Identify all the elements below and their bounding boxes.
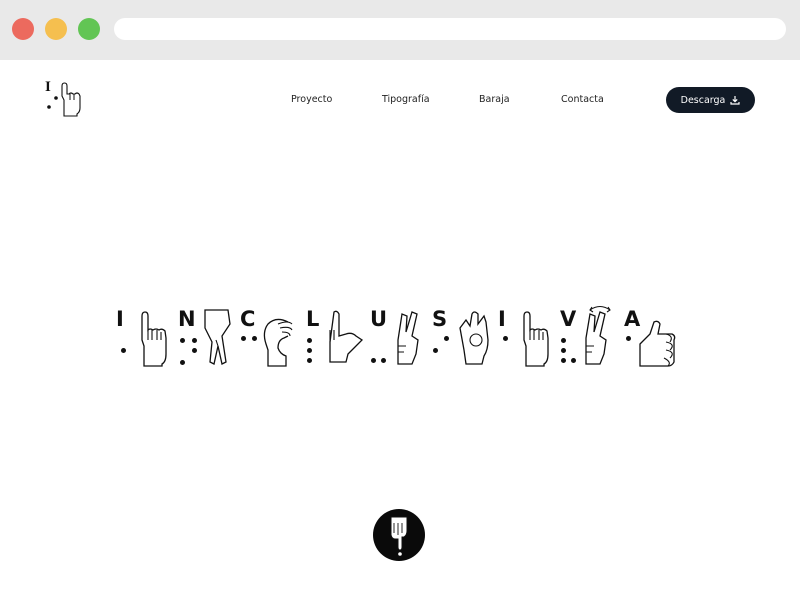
- glyph-letter: L: [306, 307, 320, 331]
- hand-sign-c-icon: [263, 318, 293, 367]
- download-icon: [730, 96, 740, 105]
- hand-sign-a-icon: [639, 320, 676, 367]
- close-window-button[interactable]: [12, 18, 34, 40]
- download-label: Descarga: [680, 94, 726, 106]
- nav-link-baraja[interactable]: Baraja: [479, 94, 510, 105]
- pointing-hand-icon: [47, 82, 81, 117]
- hand-pointing-down-icon: [390, 516, 408, 556]
- site-logo[interactable]: I: [44, 78, 86, 120]
- inclusiva-wordmark: I N C L U S I V A: [110, 300, 690, 380]
- nav-link-tipografia[interactable]: Tipografía: [382, 94, 430, 105]
- glyph-letter: U: [370, 307, 388, 331]
- scroll-down-button[interactable]: [373, 509, 425, 561]
- glyph-letter: I: [498, 307, 506, 331]
- hand-sign-v-icon: [585, 305, 611, 365]
- hand-sign-s-icon: [459, 311, 489, 365]
- glyph-letter: I: [116, 307, 124, 331]
- minimize-window-button[interactable]: [45, 18, 67, 40]
- hand-sign-n-icon: [204, 309, 231, 365]
- download-button[interactable]: Descarga: [666, 87, 755, 113]
- glyph-letter: C: [240, 307, 256, 331]
- hand-sign-l-icon: [329, 310, 364, 363]
- hand-sign-i-icon: [141, 311, 167, 367]
- browser-chrome: [0, 0, 800, 60]
- address-bar[interactable]: [114, 18, 786, 40]
- nav-link-proyecto[interactable]: Proyecto: [291, 94, 332, 105]
- nav-link-contacta[interactable]: Contacta: [561, 94, 604, 105]
- glyph-letter: S: [432, 307, 448, 331]
- hand-sign-i-icon: [523, 311, 549, 367]
- maximize-window-button[interactable]: [78, 18, 100, 40]
- glyph-letter: V: [560, 307, 577, 331]
- hand-sign-u-icon: [397, 311, 419, 365]
- glyph-letter: N: [178, 307, 196, 331]
